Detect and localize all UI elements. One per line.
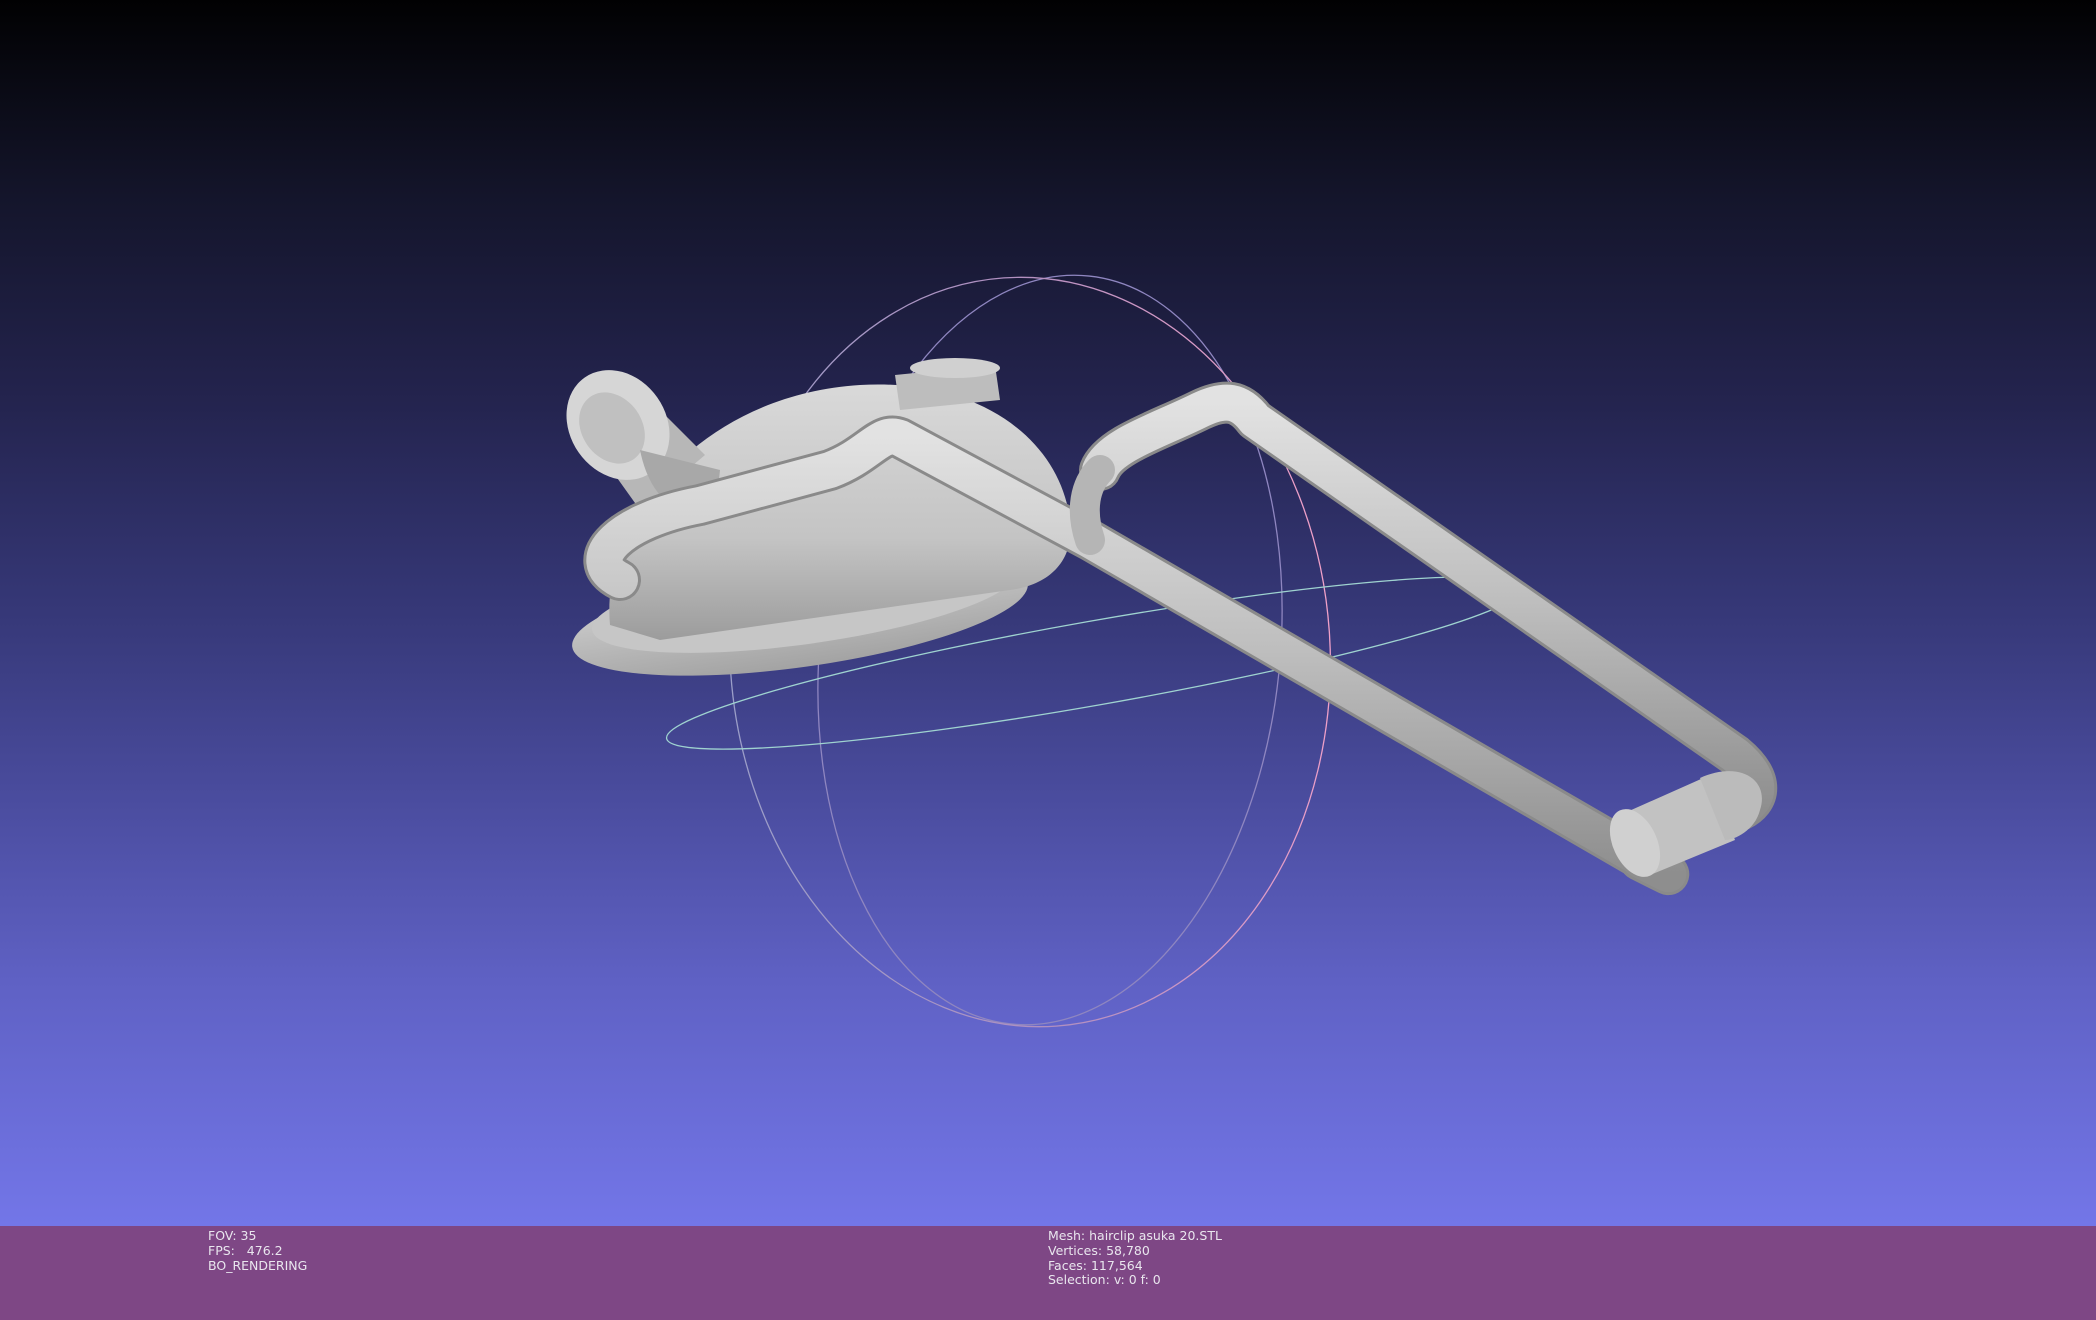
mesh-name: hairclip asuka 20.STL: [1089, 1228, 1222, 1243]
faces-line: Faces: 117,564: [1048, 1257, 1222, 1274]
fps-value: 476.2: [246, 1242, 283, 1258]
3d-viewport[interactable]: [0, 0, 2096, 1226]
mesh-line: Mesh: hairclip asuka 20.STL: [1048, 1228, 1222, 1244]
fps-line: FPS: 476.2: [208, 1242, 307, 1259]
vertices-line: Vertices: 58,780: [1048, 1242, 1222, 1259]
render-info-panel: FOV: 35 FPS: 476.2 BO_RENDERING: [208, 1228, 308, 1273]
mesh-post-right: [895, 358, 1000, 410]
selection-line: Selection: v: 0 f: 0: [1048, 1272, 1222, 1288]
vertices-value: 58,780: [1106, 1242, 1150, 1258]
fov-line: FOV: 35: [208, 1228, 307, 1244]
scene-canvas[interactable]: [0, 0, 2096, 1226]
fov-label: FOV:: [208, 1228, 237, 1243]
mesh-model[interactable]: [545, 350, 1778, 896]
selection-label: Selection:: [1048, 1272, 1110, 1288]
render-mode: BO_RENDERING: [208, 1257, 308, 1273]
mesh-info-panel: Mesh: hairclip asuka 20.STL Vertices: 58…: [1048, 1228, 1222, 1288]
fps-label: FPS:: [208, 1242, 235, 1258]
mesh-label: Mesh:: [1048, 1228, 1086, 1243]
faces-value: 117,564: [1090, 1257, 1143, 1273]
selection-value: v: 0 f: 0: [1113, 1272, 1161, 1288]
fov-value: 35: [240, 1228, 257, 1243]
vertices-label: Vertices:: [1048, 1242, 1103, 1258]
faces-label: Faces:: [1048, 1257, 1087, 1273]
